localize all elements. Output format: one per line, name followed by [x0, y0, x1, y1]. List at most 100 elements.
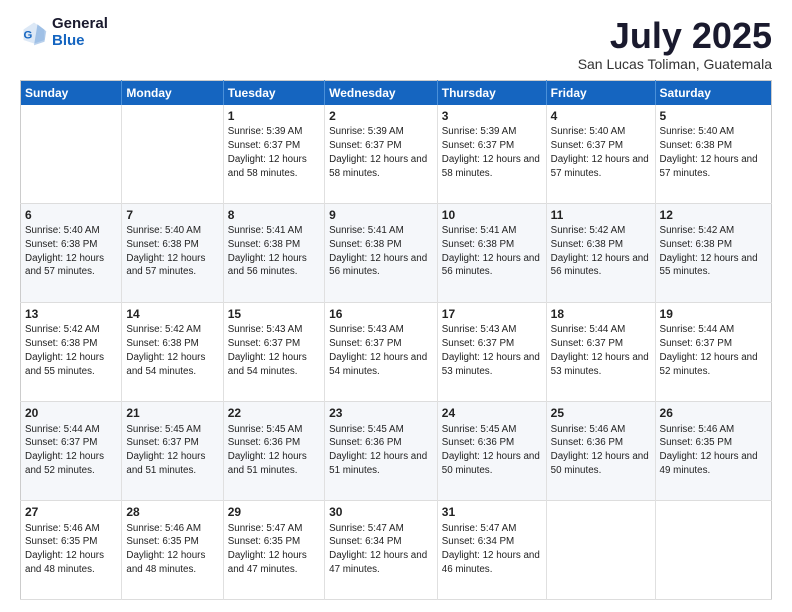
- day-number: 23: [329, 405, 433, 422]
- calendar-cell: 3Sunrise: 5:39 AMSunset: 6:37 PMDaylight…: [437, 105, 546, 203]
- day-info-line: Daylight: 12 hours and 56 minutes.: [442, 252, 542, 279]
- day-info-line: Sunset: 6:35 PM: [126, 535, 218, 549]
- calendar-cell: 17Sunrise: 5:43 AMSunset: 6:37 PMDayligh…: [437, 302, 546, 401]
- day-info-line: Sunset: 6:37 PM: [228, 139, 320, 153]
- calendar-cell: 4Sunrise: 5:40 AMSunset: 6:37 PMDaylight…: [546, 105, 655, 203]
- day-number: 11: [551, 207, 651, 224]
- calendar-week-4: 20Sunrise: 5:44 AMSunset: 6:37 PMDayligh…: [21, 401, 772, 500]
- day-number: 27: [25, 504, 117, 521]
- day-info-line: Daylight: 12 hours and 56 minutes.: [329, 252, 433, 279]
- day-info-line: Sunset: 6:38 PM: [25, 238, 117, 252]
- day-info-line: Sunrise: 5:46 AM: [660, 423, 767, 437]
- day-info-line: Sunset: 6:38 PM: [660, 139, 767, 153]
- calendar-cell: 19Sunrise: 5:44 AMSunset: 6:37 PMDayligh…: [655, 302, 771, 401]
- calendar-cell: 6Sunrise: 5:40 AMSunset: 6:38 PMDaylight…: [21, 203, 122, 302]
- calendar-cell: 18Sunrise: 5:44 AMSunset: 6:37 PMDayligh…: [546, 302, 655, 401]
- day-number: 13: [25, 306, 117, 323]
- day-info-line: Sunrise: 5:40 AM: [126, 224, 218, 238]
- day-number: 3: [442, 108, 542, 125]
- day-info-line: Sunset: 6:38 PM: [551, 238, 651, 252]
- calendar-cell: 23Sunrise: 5:45 AMSunset: 6:36 PMDayligh…: [325, 401, 438, 500]
- day-info-line: Sunset: 6:36 PM: [228, 436, 320, 450]
- day-info-line: Sunset: 6:36 PM: [551, 436, 651, 450]
- day-info-line: Sunset: 6:35 PM: [660, 436, 767, 450]
- calendar-cell: 28Sunrise: 5:46 AMSunset: 6:35 PMDayligh…: [122, 500, 223, 599]
- svg-text:G: G: [24, 29, 33, 41]
- day-info-line: Daylight: 12 hours and 54 minutes.: [126, 351, 218, 378]
- day-info-line: Sunrise: 5:45 AM: [126, 423, 218, 437]
- weekday-header-row: SundayMondayTuesdayWednesdayThursdayFrid…: [21, 80, 772, 105]
- day-info-line: Sunrise: 5:47 AM: [442, 522, 542, 536]
- day-info-line: Sunrise: 5:46 AM: [126, 522, 218, 536]
- day-info-line: Daylight: 12 hours and 46 minutes.: [442, 549, 542, 576]
- header: G General Blue July 2025 San Lucas Tolim…: [20, 16, 772, 72]
- day-info-line: Sunset: 6:38 PM: [126, 238, 218, 252]
- logo-blue: Blue: [52, 32, 85, 49]
- day-number: 26: [660, 405, 767, 422]
- calendar-cell: 20Sunrise: 5:44 AMSunset: 6:37 PMDayligh…: [21, 401, 122, 500]
- day-info-line: Daylight: 12 hours and 53 minutes.: [551, 351, 651, 378]
- day-info-line: Sunrise: 5:39 AM: [228, 125, 320, 139]
- day-info-line: Sunrise: 5:41 AM: [329, 224, 433, 238]
- day-number: 28: [126, 504, 218, 521]
- day-info-line: Sunrise: 5:40 AM: [551, 125, 651, 139]
- day-info-line: Sunrise: 5:45 AM: [329, 423, 433, 437]
- calendar-cell: 27Sunrise: 5:46 AMSunset: 6:35 PMDayligh…: [21, 500, 122, 599]
- day-info-line: Daylight: 12 hours and 56 minutes.: [551, 252, 651, 279]
- day-info-line: Daylight: 12 hours and 54 minutes.: [228, 351, 320, 378]
- day-number: 30: [329, 504, 433, 521]
- day-number: 31: [442, 504, 542, 521]
- calendar-cell: 12Sunrise: 5:42 AMSunset: 6:38 PMDayligh…: [655, 203, 771, 302]
- day-info-line: Sunrise: 5:42 AM: [660, 224, 767, 238]
- day-info-line: Daylight: 12 hours and 58 minutes.: [228, 153, 320, 180]
- calendar-cell: 2Sunrise: 5:39 AMSunset: 6:37 PMDaylight…: [325, 105, 438, 203]
- logo: G General Blue: [20, 16, 108, 49]
- weekday-header-wednesday: Wednesday: [325, 80, 438, 105]
- day-info-line: Sunset: 6:36 PM: [442, 436, 542, 450]
- day-info-line: Sunset: 6:37 PM: [660, 337, 767, 351]
- day-info-line: Sunrise: 5:40 AM: [660, 125, 767, 139]
- day-info-line: Sunrise: 5:40 AM: [25, 224, 117, 238]
- day-info-line: Sunset: 6:37 PM: [442, 337, 542, 351]
- day-number: 18: [551, 306, 651, 323]
- calendar-cell: 25Sunrise: 5:46 AMSunset: 6:36 PMDayligh…: [546, 401, 655, 500]
- day-info-line: Sunrise: 5:44 AM: [551, 323, 651, 337]
- day-info-line: Sunset: 6:37 PM: [228, 337, 320, 351]
- day-info-line: Sunrise: 5:45 AM: [228, 423, 320, 437]
- day-info-line: Sunrise: 5:46 AM: [551, 423, 651, 437]
- day-number: 15: [228, 306, 320, 323]
- day-info-line: Sunrise: 5:42 AM: [126, 323, 218, 337]
- day-number: 7: [126, 207, 218, 224]
- day-info-line: Sunrise: 5:44 AM: [660, 323, 767, 337]
- day-info-line: Daylight: 12 hours and 57 minutes.: [660, 153, 767, 180]
- day-number: 25: [551, 405, 651, 422]
- calendar-cell: 15Sunrise: 5:43 AMSunset: 6:37 PMDayligh…: [223, 302, 324, 401]
- day-info-line: Sunrise: 5:46 AM: [25, 522, 117, 536]
- main-title: July 2025: [578, 16, 772, 56]
- day-info-line: Daylight: 12 hours and 50 minutes.: [551, 450, 651, 477]
- day-info-line: Sunset: 6:37 PM: [329, 139, 433, 153]
- calendar-cell: 24Sunrise: 5:45 AMSunset: 6:36 PMDayligh…: [437, 401, 546, 500]
- day-info-line: Sunrise: 5:41 AM: [228, 224, 320, 238]
- day-info-line: Sunset: 6:38 PM: [660, 238, 767, 252]
- day-number: 4: [551, 108, 651, 125]
- day-info-line: Sunset: 6:38 PM: [442, 238, 542, 252]
- weekday-header-saturday: Saturday: [655, 80, 771, 105]
- calendar-cell: 11Sunrise: 5:42 AMSunset: 6:38 PMDayligh…: [546, 203, 655, 302]
- day-number: 12: [660, 207, 767, 224]
- day-info-line: Sunrise: 5:41 AM: [442, 224, 542, 238]
- calendar-cell: 26Sunrise: 5:46 AMSunset: 6:35 PMDayligh…: [655, 401, 771, 500]
- day-number: 22: [228, 405, 320, 422]
- calendar-cell: 7Sunrise: 5:40 AMSunset: 6:38 PMDaylight…: [122, 203, 223, 302]
- day-info-line: Daylight: 12 hours and 51 minutes.: [126, 450, 218, 477]
- logo-icon: G: [20, 19, 48, 47]
- calendar-week-2: 6Sunrise: 5:40 AMSunset: 6:38 PMDaylight…: [21, 203, 772, 302]
- day-info-line: Sunset: 6:37 PM: [25, 436, 117, 450]
- day-info-line: Daylight: 12 hours and 55 minutes.: [660, 252, 767, 279]
- day-number: 21: [126, 405, 218, 422]
- day-number: 2: [329, 108, 433, 125]
- day-info-line: Sunset: 6:38 PM: [329, 238, 433, 252]
- day-info-line: Sunset: 6:38 PM: [126, 337, 218, 351]
- day-info-line: Daylight: 12 hours and 47 minutes.: [228, 549, 320, 576]
- day-info-line: Sunset: 6:35 PM: [25, 535, 117, 549]
